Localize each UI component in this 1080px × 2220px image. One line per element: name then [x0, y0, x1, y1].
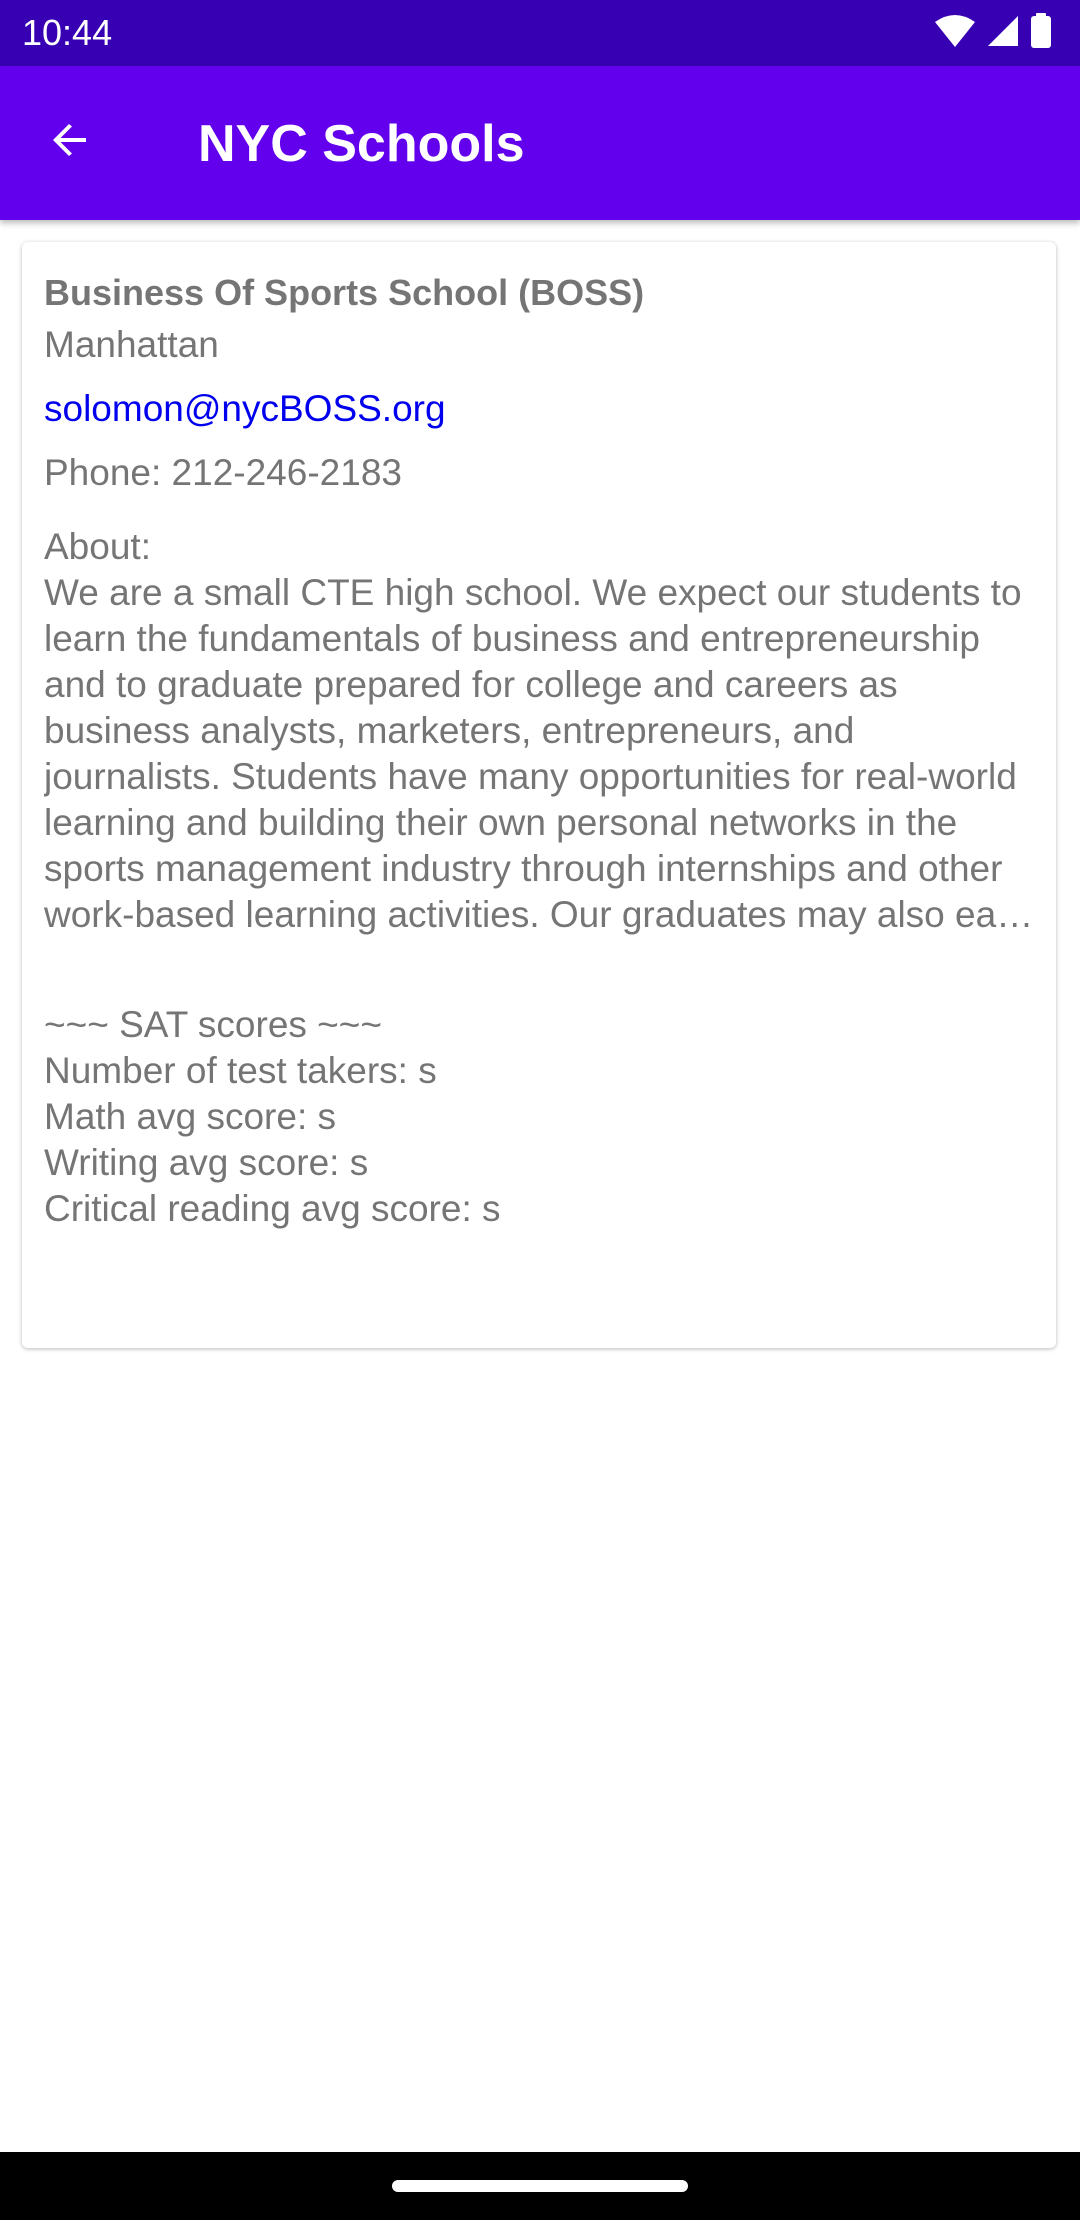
app-bar: NYC Schools — [0, 66, 1080, 220]
sat-math-score: Math avg score: s — [44, 1096, 337, 1137]
sat-scores-section: ~~~ SAT scores ~~~ Number of test takers… — [44, 1002, 1034, 1232]
school-borough: Manhattan — [44, 324, 219, 365]
arrow-back-icon — [46, 116, 94, 169]
status-time: 10:44 — [22, 12, 113, 53]
school-email-link[interactable]: solomon@nycBOSS.org — [44, 386, 446, 432]
school-phone[interactable]: Phone: 212-246-2183 — [44, 450, 1034, 496]
signal-icon — [986, 14, 1020, 53]
battery-icon — [1030, 12, 1052, 54]
sat-reading-score: Critical reading avg score: s — [44, 1188, 501, 1229]
page-title: NYC Schools — [198, 115, 525, 173]
status-bar: 10:44 — [0, 0, 1080, 66]
wifi-icon — [934, 14, 976, 53]
sat-writing-score: Writing avg score: s — [44, 1142, 369, 1183]
home-gesture-handle[interactable] — [392, 2180, 688, 2192]
back-button[interactable] — [30, 102, 110, 182]
about-label: About: — [44, 526, 151, 567]
sat-header: ~~~ SAT scores ~~~ — [44, 1004, 383, 1045]
navigation-bar — [0, 2152, 1080, 2220]
about-text: We are a small CTE high school. We expec… — [44, 572, 1030, 935]
school-name: Business Of Sports School (BOSS) — [44, 272, 645, 313]
sat-test-takers: Number of test takers: s — [44, 1050, 437, 1091]
status-icons — [934, 12, 1052, 54]
school-detail-card: Business Of Sports School (BOSS) Manhatt… — [22, 242, 1056, 1348]
